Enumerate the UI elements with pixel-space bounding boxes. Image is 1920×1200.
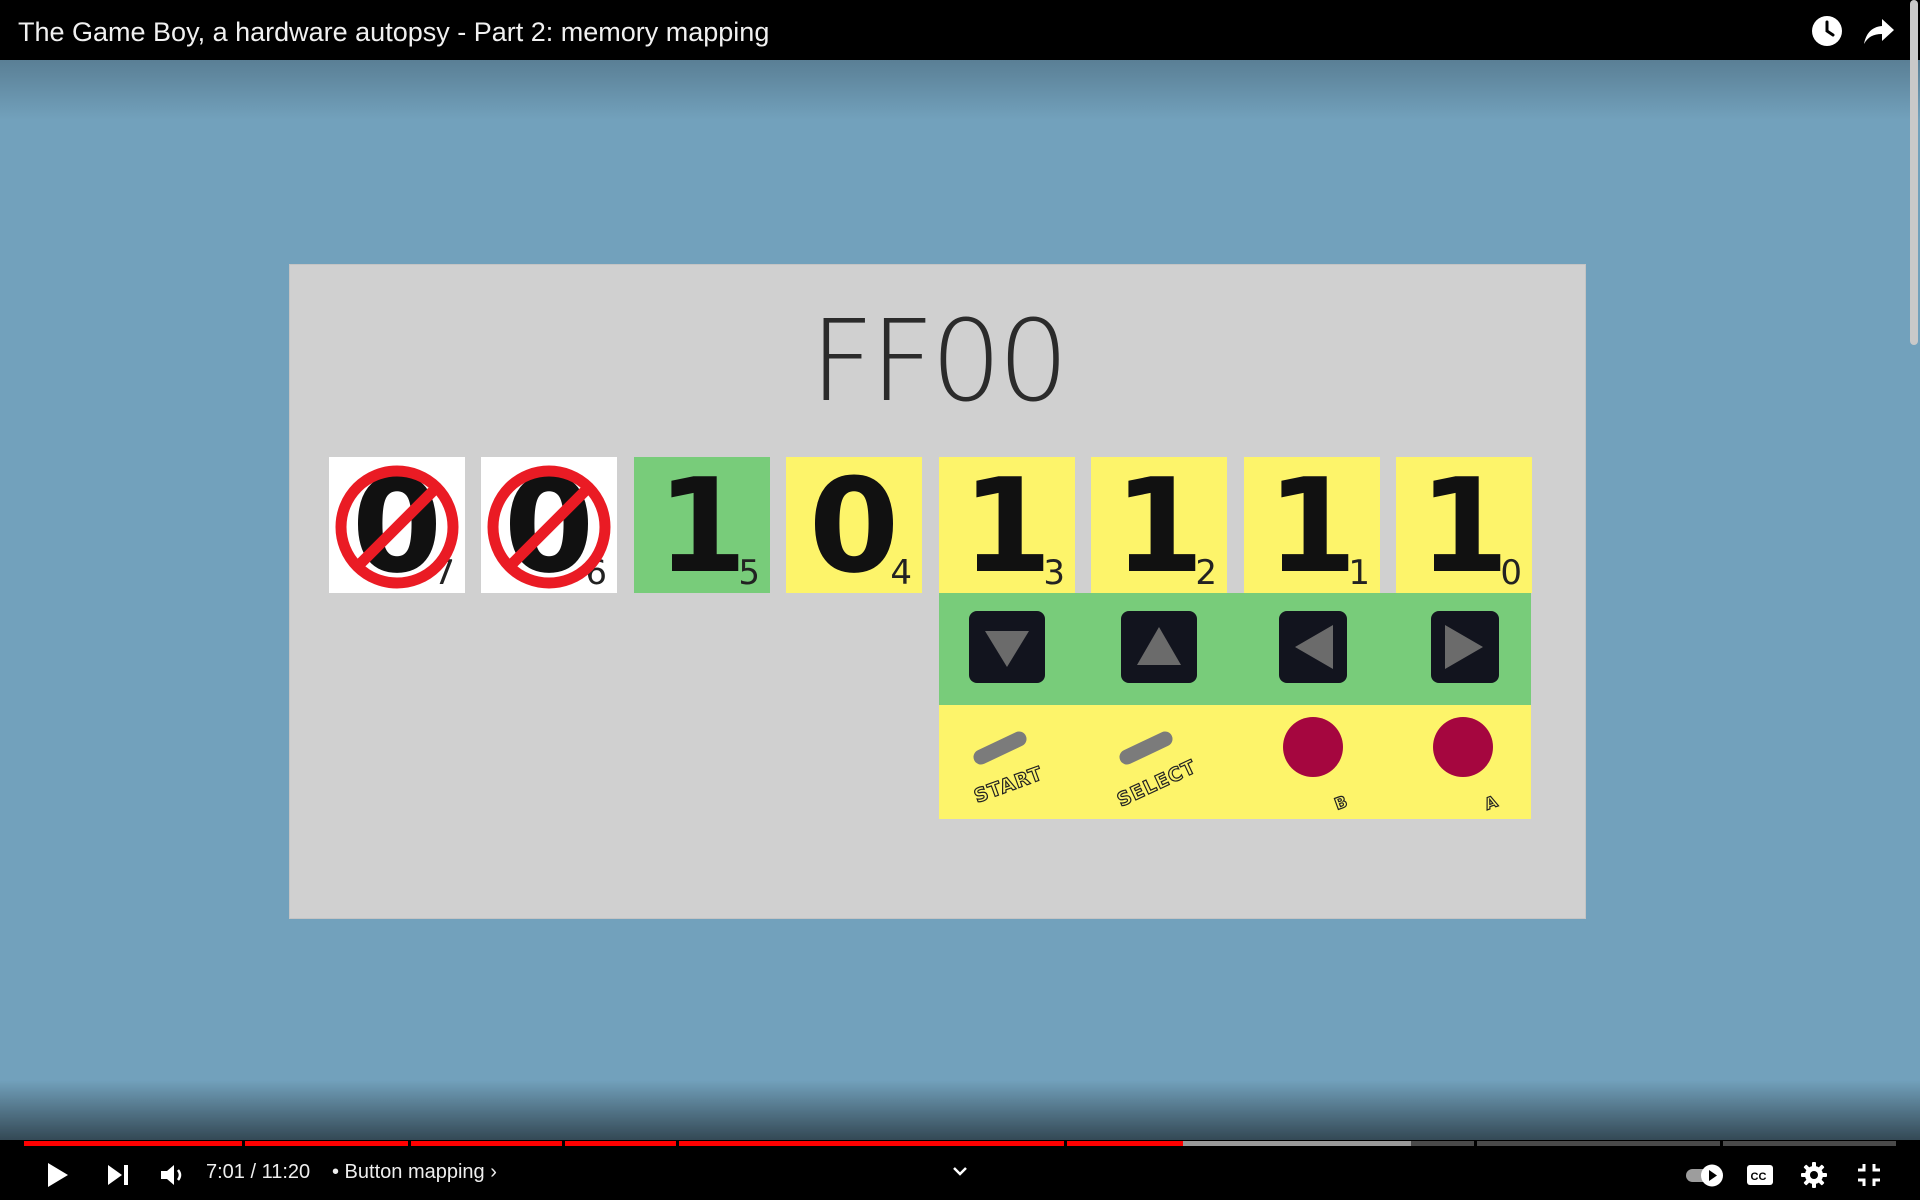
bit-index: 0 [1500, 553, 1522, 593]
next-icon[interactable] [104, 1161, 132, 1194]
prohibited-icon [487, 465, 611, 589]
start-button-icon: START [971, 731, 1047, 808]
scrollbar[interactable] [1910, 0, 1918, 345]
gear-icon[interactable] [1799, 1160, 1829, 1195]
progress-segment[interactable] [1067, 1141, 1183, 1146]
play-icon[interactable] [42, 1160, 72, 1195]
up-arrow-icon [1121, 611, 1197, 683]
cc-icon[interactable]: CC [1745, 1161, 1775, 1194]
chevron-down-icon[interactable] [948, 1162, 972, 1187]
volume-icon[interactable] [158, 1160, 188, 1195]
clock-icon[interactable] [1810, 14, 1844, 48]
select-button-icon: SELECT [1113, 731, 1200, 812]
progress-segment[interactable] [24, 1141, 242, 1146]
progress-segment[interactable] [1182, 1141, 1412, 1146]
bit-index: 1 [1348, 553, 1370, 593]
top-shade [0, 60, 1920, 120]
video-title[interactable]: The Game Boy, a hardware autopsy - Part … [18, 17, 769, 48]
a-label: A [1482, 791, 1501, 813]
bit-1-cell: 1 1 [1244, 457, 1380, 593]
video-title-bar: The Game Boy, a hardware autopsy - Part … [0, 0, 1920, 60]
dpad-row [939, 593, 1531, 705]
progress-segment[interactable] [1411, 1141, 1474, 1146]
progress-segment[interactable] [411, 1141, 562, 1146]
b-label: B [1332, 792, 1350, 814]
progress-segment[interactable] [565, 1141, 676, 1146]
progress-segment[interactable] [1477, 1141, 1720, 1146]
bit-index: 3 [1043, 553, 1065, 593]
left-arrow-icon [1279, 611, 1347, 683]
bit-4-cell: 0 4 [786, 457, 922, 593]
progress-segment[interactable] [245, 1141, 408, 1146]
bottom-shade [0, 1080, 1920, 1140]
progress-segment[interactable] [679, 1141, 1064, 1146]
bit-index: 2 [1195, 553, 1217, 593]
exit-fullscreen-icon[interactable] [1854, 1160, 1884, 1195]
bit-7-cell: 0 7 [329, 457, 465, 593]
time-display: 7:01 / 11:20 [206, 1161, 311, 1183]
svg-text:CC: CC [1751, 1171, 1767, 1183]
b-button-icon: B [1283, 717, 1350, 814]
chapter-title[interactable]: • Button mapping › [332, 1161, 497, 1184]
progress-segment[interactable] [1723, 1141, 1896, 1146]
autoplay-toggle-icon[interactable] [1684, 1160, 1728, 1195]
video-frame-slide: FF00 0 7 0 6 1 5 0 4 1 3 1 2 1 1 [289, 264, 1586, 919]
bit-2-cell: 1 2 [1091, 457, 1227, 593]
bit-6-cell: 0 6 [481, 457, 617, 593]
prohibited-icon [335, 465, 459, 589]
down-arrow-icon [969, 611, 1045, 683]
share-arrow-icon[interactable] [1862, 14, 1896, 48]
memory-address: FF00 [809, 297, 1069, 427]
bit-index: 5 [738, 553, 760, 593]
a-button-icon: A [1433, 717, 1501, 814]
bit-index: 4 [890, 553, 912, 593]
buttons-row: START SELECT B A [939, 705, 1531, 819]
bit-5-cell: 1 5 [634, 457, 770, 593]
progress-bar[interactable] [24, 1141, 1896, 1146]
right-arrow-icon [1431, 611, 1499, 683]
bit-3-cell: 1 3 [939, 457, 1075, 593]
start-label: START [971, 763, 1046, 808]
bit-0-cell: 1 0 [1396, 457, 1532, 593]
